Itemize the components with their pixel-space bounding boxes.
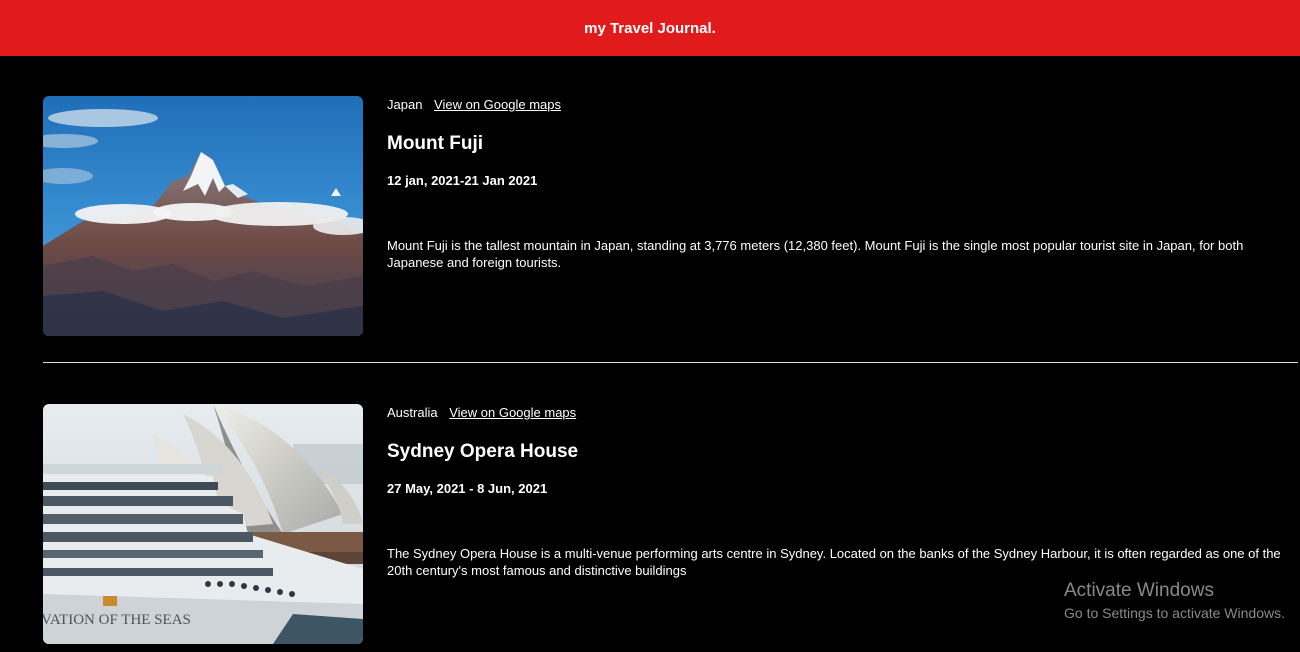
watermark-title: Activate Windows <box>1064 580 1214 601</box>
app-header: my Travel Journal. <box>0 0 1300 56</box>
country-label: Australia <box>387 405 438 420</box>
entry-description: Mount Fuji is the tallest mountain in Ja… <box>387 238 1244 270</box>
entry-dates: 12 jan, 2021-21 Jan 2021 <box>387 173 538 188</box>
google-maps-link[interactable]: View on Google maps <box>434 97 561 112</box>
entry-title: Mount Fuji <box>387 133 484 154</box>
watermark-subtitle: Go to Settings to activate Windows. <box>1064 605 1285 621</box>
entry-divider <box>43 362 1298 363</box>
ship-lettering: VATION OF THE SEAS <box>43 612 191 628</box>
entry-description: The Sydney Opera House is a multi-venue … <box>387 546 1281 578</box>
location-row: Australia View on Google maps <box>387 405 576 421</box>
app-title: my Travel Journal. <box>584 19 716 37</box>
entry-photo-opera-house: VATION OF THE SEAS <box>43 404 363 644</box>
google-maps-link[interactable]: View on Google maps <box>449 405 576 420</box>
location-row: Japan View on Google maps <box>387 97 561 113</box>
windows-activation-watermark: Activate Windows Go to Settings to activ… <box>1064 580 1285 622</box>
country-label: Japan <box>387 97 423 112</box>
entry-dates: 27 May, 2021 - 8 Jun, 2021 <box>387 481 548 496</box>
entry-title: Sydney Opera House <box>387 441 579 462</box>
entry-photo-mountain <box>43 96 363 336</box>
